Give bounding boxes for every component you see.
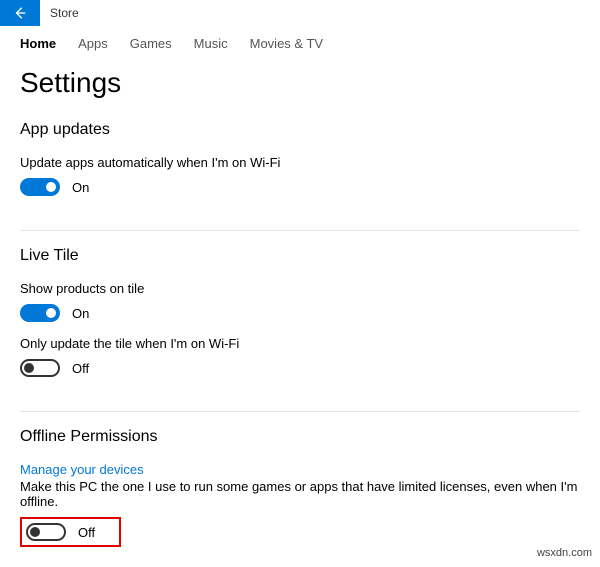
- toggle-state-wifi-only: Off: [72, 361, 89, 376]
- toggle-state-show-products: On: [72, 306, 89, 321]
- tab-home[interactable]: Home: [20, 36, 56, 51]
- toggle-row-auto-update: On: [20, 178, 580, 196]
- section-title-offline: Offline Permissions: [20, 428, 580, 446]
- toggle-offline[interactable]: [26, 523, 66, 541]
- toggle-knob-icon: [46, 182, 56, 192]
- section-app-updates: App updates Update apps automatically wh…: [20, 121, 580, 231]
- description-offline: Make this PC the one I use to run some g…: [20, 479, 580, 509]
- toggle-state-offline: Off: [78, 525, 95, 540]
- highlight-box: Off: [20, 517, 121, 547]
- back-button[interactable]: [0, 0, 40, 26]
- label-auto-update: Update apps automatically when I'm on Wi…: [20, 155, 580, 170]
- toggle-knob-icon: [30, 527, 40, 537]
- window-title: Store: [50, 6, 79, 20]
- section-title-live-tile: Live Tile: [20, 247, 580, 265]
- page-title: Settings: [20, 67, 580, 99]
- toggle-row-wifi-only: Off: [20, 359, 580, 377]
- titlebar: Store: [0, 0, 600, 26]
- label-wifi-only: Only update the tile when I'm on Wi-Fi: [20, 336, 580, 351]
- toggle-state-auto-update: On: [72, 180, 89, 195]
- section-offline-permissions: Offline Permissions Manage your devices …: [20, 428, 580, 567]
- back-arrow-icon: [13, 6, 27, 20]
- toggle-knob-icon: [24, 363, 34, 373]
- watermark: wsxdn.com: [537, 547, 592, 559]
- tab-movies-tv[interactable]: Movies & TV: [250, 36, 323, 51]
- tab-games[interactable]: Games: [130, 36, 172, 51]
- section-live-tile: Live Tile Show products on tile On Only …: [20, 247, 580, 412]
- toggle-wifi-only[interactable]: [20, 359, 60, 377]
- content-area: Settings App updates Update apps automat…: [0, 67, 600, 567]
- section-title-app-updates: App updates: [20, 121, 580, 139]
- label-show-products: Show products on tile: [20, 281, 580, 296]
- link-manage-devices[interactable]: Manage your devices: [20, 462, 144, 477]
- toggle-row-offline: Off: [26, 523, 95, 541]
- toggle-auto-update[interactable]: [20, 178, 60, 196]
- nav-tabs: Home Apps Games Music Movies & TV: [0, 26, 600, 59]
- toggle-knob-icon: [46, 308, 56, 318]
- tab-music[interactable]: Music: [194, 36, 228, 51]
- toggle-row-show-products: On: [20, 304, 580, 322]
- toggle-show-products[interactable]: [20, 304, 60, 322]
- tab-apps[interactable]: Apps: [78, 36, 108, 51]
